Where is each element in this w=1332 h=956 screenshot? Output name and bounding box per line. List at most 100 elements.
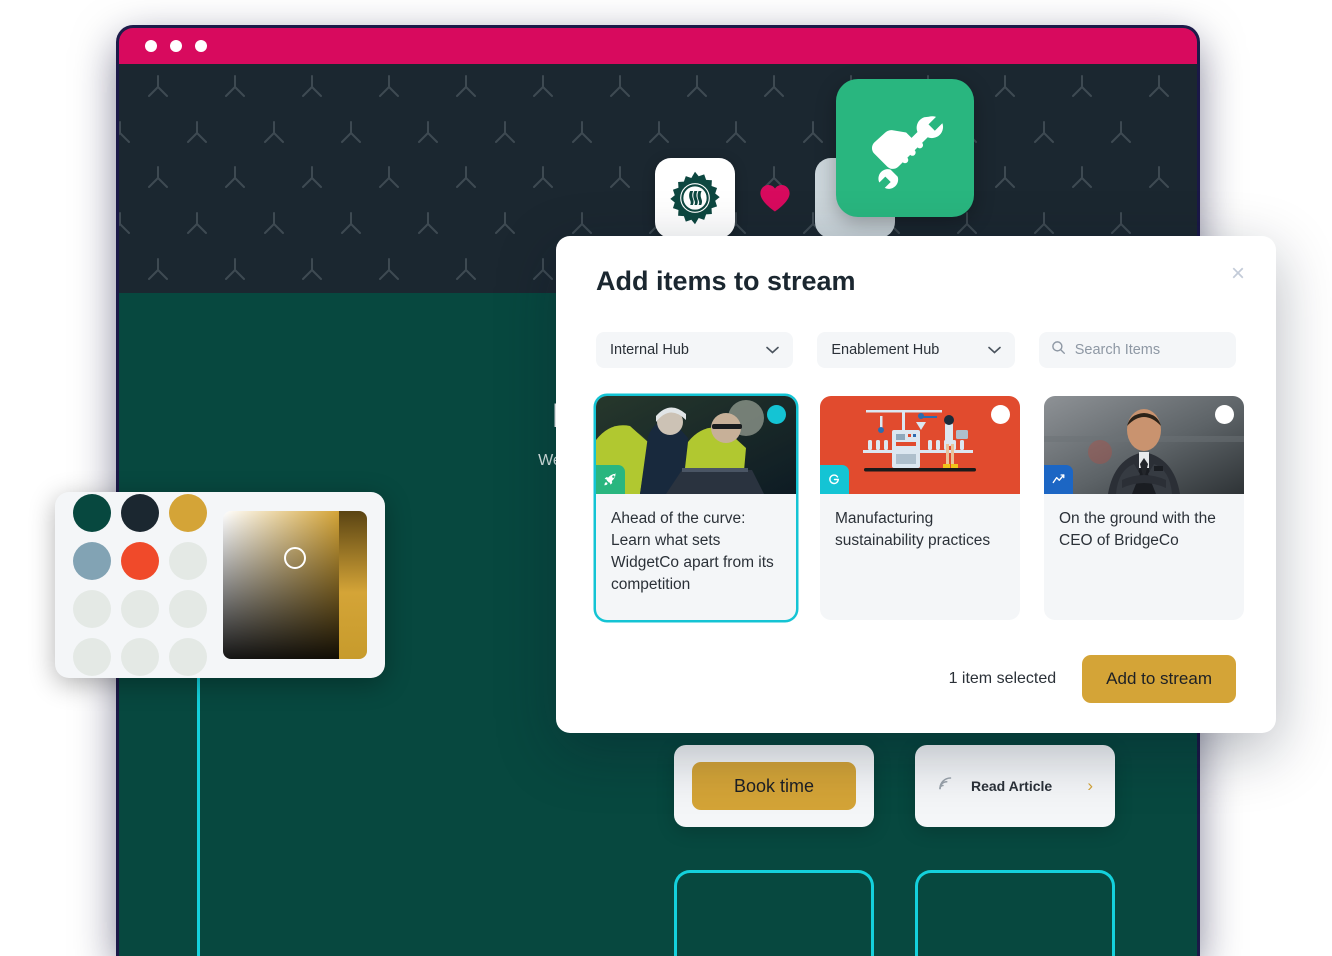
collection-select[interactable]: Enablement Hub xyxy=(817,332,1015,368)
tri-pattern-glyph xyxy=(119,120,133,146)
color-swatch[interactable] xyxy=(73,494,111,532)
card-select-indicator[interactable] xyxy=(1215,405,1234,424)
tri-pattern-glyph xyxy=(415,211,441,237)
card-thumbnail xyxy=(820,396,1020,494)
color-handle[interactable] xyxy=(283,547,306,570)
saturation-value-field[interactable] xyxy=(223,511,339,659)
search-input[interactable] xyxy=(1074,342,1225,358)
color-picker-widget xyxy=(55,492,385,678)
color-swatch-grid[interactable] xyxy=(73,494,207,676)
color-swatch[interactable] xyxy=(121,494,159,532)
close-dot[interactable] xyxy=(145,40,157,52)
tri-pattern-glyph xyxy=(492,211,518,237)
tri-pattern-glyph xyxy=(607,165,633,191)
color-swatch[interactable] xyxy=(169,542,207,580)
tri-pattern-glyph xyxy=(1069,74,1095,100)
card-select-indicator[interactable] xyxy=(767,405,786,424)
tri-pattern-glyph xyxy=(761,74,787,100)
color-swatch[interactable] xyxy=(121,590,159,628)
item-card-list: Ahead of the curve: Learn what sets Widg… xyxy=(596,396,1244,620)
tri-pattern-glyph xyxy=(184,120,210,146)
card-title: On the ground with the CEO of BridgeCo xyxy=(1059,510,1216,549)
tri-pattern-glyph xyxy=(184,211,210,237)
tri-pattern-glyph xyxy=(376,165,402,191)
color-swatch[interactable] xyxy=(169,590,207,628)
chevron-down-icon xyxy=(766,343,780,357)
tri-pattern-glyph xyxy=(992,74,1018,100)
card-thumbnail xyxy=(596,396,796,494)
tri-pattern-glyph xyxy=(299,74,325,100)
color-swatch[interactable] xyxy=(169,494,207,532)
chevron-down-icon xyxy=(987,343,1001,357)
maximize-dot[interactable] xyxy=(195,40,207,52)
tri-pattern-glyph xyxy=(376,74,402,100)
modal-footer: 1 item selected Add to stream xyxy=(949,655,1236,703)
color-swatch[interactable] xyxy=(169,638,207,676)
tri-pattern-glyph xyxy=(338,120,364,146)
tri-pattern-glyph xyxy=(1031,211,1057,237)
search-box[interactable] xyxy=(1038,332,1237,368)
heart-icon xyxy=(757,180,793,216)
screenshot-root: H Let's start stre We put together these… xyxy=(0,0,1332,956)
tri-pattern-glyph xyxy=(607,74,633,100)
read-article-row[interactable]: Read Article › xyxy=(915,745,1115,827)
hub-select[interactable]: Internal Hub xyxy=(596,332,794,368)
color-swatch[interactable] xyxy=(73,638,111,676)
search-icon xyxy=(1051,340,1066,360)
tri-pattern-glyph xyxy=(145,257,171,283)
tri-pattern-glyph xyxy=(1146,74,1172,100)
tri-pattern-glyph xyxy=(119,211,133,237)
tri-pattern-glyph xyxy=(299,165,325,191)
color-swatch[interactable] xyxy=(73,542,111,580)
trend-chart-icon xyxy=(1044,465,1073,494)
add-to-stream-button[interactable]: Add to stream xyxy=(1082,655,1236,703)
window-titlebar xyxy=(119,28,1197,64)
window-controls[interactable] xyxy=(145,40,207,52)
g-logo-icon xyxy=(820,465,849,494)
read-article-card[interactable]: Read Article › xyxy=(915,745,1115,827)
hub-select-value: Internal Hub xyxy=(610,342,689,358)
tri-pattern-glyph xyxy=(1108,211,1134,237)
hue-strip[interactable] xyxy=(339,511,367,659)
tri-pattern-glyph xyxy=(376,257,402,283)
tri-pattern-glyph xyxy=(1069,165,1095,191)
item-card[interactable]: Ahead of the curve: Learn what sets Widg… xyxy=(596,396,796,620)
close-icon[interactable]: × xyxy=(1225,261,1251,287)
tri-pattern-glyph xyxy=(800,120,826,146)
tri-pattern-glyph xyxy=(684,74,710,100)
color-gradient-area[interactable] xyxy=(223,511,367,659)
item-card[interactable]: Manufacturing sustainability practices xyxy=(820,396,1020,620)
read-article-label: Read Article xyxy=(971,778,1053,794)
modal-filters: Internal Hub Enablement Hub xyxy=(596,332,1237,368)
tri-pattern-glyph xyxy=(338,211,364,237)
color-swatch[interactable] xyxy=(121,542,159,580)
card-select-indicator[interactable] xyxy=(991,405,1010,424)
stream-placeholder-card-2[interactable] xyxy=(915,870,1115,956)
tri-pattern-glyph xyxy=(1031,120,1057,146)
tri-pattern-glyph xyxy=(222,74,248,100)
book-time-button[interactable]: Book time xyxy=(692,762,856,810)
stream-placeholder-card-1[interactable] xyxy=(674,870,874,956)
card-title: Manufacturing sustainability practices xyxy=(835,510,991,549)
tri-pattern-glyph xyxy=(646,120,672,146)
item-card[interactable]: On the ground with the CEO of BridgeCo xyxy=(1044,396,1244,620)
workers-with-laptop-photo xyxy=(596,396,796,494)
tri-pattern-glyph xyxy=(453,165,479,191)
tri-pattern-glyph xyxy=(299,257,325,283)
tri-pattern-glyph xyxy=(222,257,248,283)
hand-wrench-app-icon xyxy=(836,79,974,217)
color-swatch[interactable] xyxy=(73,590,111,628)
rss-icon xyxy=(937,775,955,798)
minimize-dot[interactable] xyxy=(170,40,182,52)
tri-pattern-glyph xyxy=(453,257,479,283)
tri-pattern-glyph xyxy=(569,120,595,146)
tri-pattern-glyph xyxy=(492,120,518,146)
color-swatch[interactable] xyxy=(121,638,159,676)
tri-pattern-glyph xyxy=(145,74,171,100)
factory-line-illustration xyxy=(820,396,1020,494)
chevron-right-icon: › xyxy=(1087,776,1093,795)
tri-pattern-glyph xyxy=(992,165,1018,191)
card-thumbnail xyxy=(1044,396,1244,494)
add-items-modal: × Add items to stream Internal Hub Enabl… xyxy=(556,236,1276,733)
rocket-icon xyxy=(596,465,625,494)
